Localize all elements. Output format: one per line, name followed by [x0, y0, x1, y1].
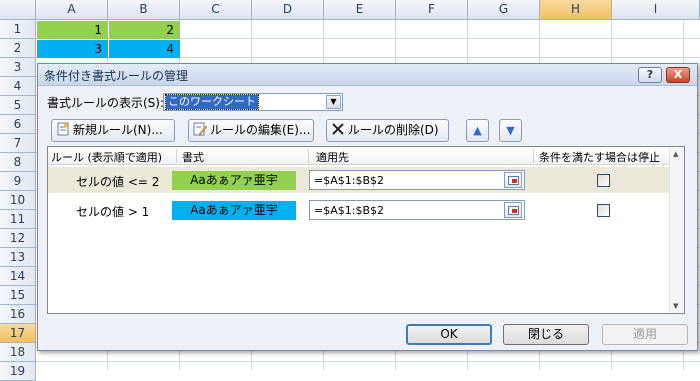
row-header-17[interactable]: 17 — [0, 324, 36, 343]
range-select-icon[interactable] — [504, 172, 522, 188]
column-header-b[interactable]: B — [108, 0, 180, 20]
column-divider — [176, 149, 177, 163]
cell-a1[interactable]: 1 — [37, 21, 108, 39]
applies-to-field[interactable]: =$A$1:$B$2 — [309, 170, 525, 190]
select-all-corner[interactable] — [0, 0, 36, 20]
applies-to-value: =$A$1:$B$2 — [314, 204, 384, 217]
row-header-8[interactable]: 8 — [0, 153, 36, 172]
row-header-16[interactable]: 16 — [0, 305, 36, 324]
conditional-format-manager-dialog: 条件付き書式ルールの管理 ? X 書式ルールの表示(S): このワークシート ▼… — [37, 63, 698, 351]
show-rules-select[interactable]: このワークシート ▼ — [163, 93, 343, 111]
arrow-down-icon: ▼ — [506, 124, 515, 137]
scroll-up-icon[interactable]: ▲ — [673, 150, 678, 158]
ok-button[interactable]: OK — [406, 324, 492, 345]
row-header-19[interactable]: 19 — [0, 362, 36, 381]
row-header-5[interactable]: 5 — [0, 96, 36, 115]
column-header-a[interactable]: A — [36, 0, 108, 20]
column-header-d[interactable]: D — [252, 0, 324, 20]
cell-b1[interactable]: 2 — [109, 21, 180, 39]
arrow-up-icon: ▲ — [473, 124, 482, 137]
rule-description: セルの値 <= 2 — [76, 175, 160, 189]
column-header-f[interactable]: F — [396, 0, 468, 20]
format-preview: Aaあぁアァ亜宇 — [172, 171, 296, 190]
row-header-15[interactable]: 15 — [0, 286, 36, 305]
rules-list-header: ルール (表示順で適用) 書式 適用先 条件を満たす場合は停止 — [48, 147, 670, 165]
apply-button[interactable]: 適用 — [602, 324, 688, 345]
cell-a2[interactable]: 3 — [37, 40, 108, 58]
row-header-4[interactable]: 4 — [0, 77, 36, 96]
move-up-button[interactable]: ▲ — [466, 119, 489, 142]
row-header-9[interactable]: 9 — [0, 172, 36, 191]
applies-to-field[interactable]: =$A$1:$B$2 — [309, 200, 525, 220]
row-header-12[interactable]: 12 — [0, 229, 36, 248]
row-header-13[interactable]: 13 — [0, 248, 36, 267]
new-rule-icon — [56, 122, 70, 136]
scroll-down-icon[interactable]: ▼ — [673, 302, 678, 310]
new-rule-label: 新規ルール(N)... — [73, 123, 163, 137]
column-divider — [533, 149, 534, 163]
row-header-6[interactable]: 6 — [0, 115, 36, 134]
rule-description: セルの値 > 1 — [76, 205, 150, 219]
column-header-h[interactable]: H — [540, 0, 612, 20]
stop-if-true-column-header[interactable]: 条件を満たす場合は停止 — [539, 149, 660, 165]
edit-rule-button[interactable]: ルールの編集(E)... — [188, 119, 314, 142]
row-header-18[interactable]: 18 — [0, 343, 36, 362]
delete-icon — [331, 122, 345, 136]
row-header-2[interactable]: 2 — [0, 39, 36, 58]
column-header-e[interactable]: E — [324, 0, 396, 20]
move-down-button[interactable]: ▼ — [499, 119, 522, 142]
row-header-10[interactable]: 10 — [0, 191, 36, 210]
row-header-7[interactable]: 7 — [0, 134, 36, 153]
help-button[interactable]: ? — [638, 67, 662, 83]
format-column-header[interactable]: 書式 — [182, 149, 204, 165]
show-rules-value: このワークシート — [165, 94, 259, 110]
dialog-title: 条件付き書式ルールの管理 — [44, 69, 189, 83]
chevron-down-icon[interactable]: ▼ — [326, 95, 341, 109]
applies-to-value: =$A$1:$B$2 — [314, 174, 384, 187]
new-rule-button[interactable]: 新規ルール(N)... — [51, 119, 175, 142]
row-header-1[interactable]: 1 — [0, 20, 36, 39]
close-button[interactable]: 閉じる — [503, 324, 589, 345]
delete-rule-button[interactable]: ルールの削除(D) — [326, 119, 449, 142]
row-header-3[interactable]: 3 — [0, 58, 36, 77]
row-header-11[interactable]: 11 — [0, 210, 36, 229]
edit-rule-label: ルールの編集(E)... — [210, 123, 311, 137]
column-divider — [308, 149, 309, 163]
stop-if-true-checkbox[interactable] — [597, 174, 610, 187]
applies-to-column-header[interactable]: 適用先 — [316, 149, 349, 165]
rule-row[interactable]: セルの値 <= 2 Aaあぁアァ亜宇 =$A$1:$B$2 — [48, 167, 670, 193]
range-select-icon[interactable] — [504, 202, 522, 218]
show-rules-label: 書式ルールの表示(S): — [47, 96, 165, 110]
column-header-i[interactable]: I — [612, 0, 700, 20]
format-preview: Aaあぁアァ亜宇 — [172, 201, 296, 220]
rule-row[interactable]: セルの値 > 1 Aaあぁアァ亜宇 =$A$1:$B$2 — [48, 197, 670, 223]
cell-b2[interactable]: 4 — [109, 40, 180, 58]
close-dialog-button[interactable]: X — [666, 67, 690, 83]
rule-column-header[interactable]: ルール (表示順で適用) — [51, 149, 162, 165]
stop-if-true-checkbox[interactable] — [597, 204, 610, 217]
column-header-g[interactable]: G — [468, 0, 540, 20]
edit-rule-icon — [193, 122, 208, 136]
rules-list: ルール (表示順で適用) 書式 適用先 条件を満たす場合は停止 セルの値 <= … — [47, 146, 685, 314]
row-header-14[interactable]: 14 — [0, 267, 36, 286]
delete-rule-label: ルールの削除(D) — [348, 123, 439, 137]
column-header-c[interactable]: C — [180, 0, 252, 20]
rules-list-scrollbar[interactable]: ▲ ▼ — [669, 147, 684, 313]
dialog-titlebar[interactable]: 条件付き書式ルールの管理 ? X — [38, 64, 697, 86]
